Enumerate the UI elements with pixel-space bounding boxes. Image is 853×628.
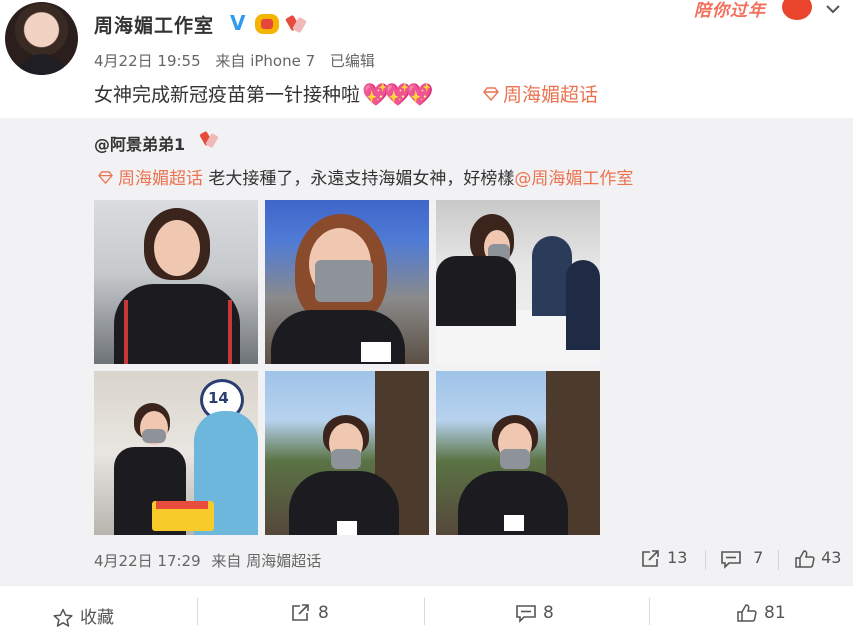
fan-badge-icon[interactable] [199,130,220,151]
divider [778,550,779,570]
favorite-label: 收藏 [80,608,114,628]
lantern-icon [782,0,812,20]
forward-count: 8 [318,603,329,623]
verified-icon: V [230,11,246,35]
repost-date[interactable]: 4月22日 17:29 [94,552,201,570]
post-text: 女神完成新冠疫苗第一针接种啦💖💖💖 [94,80,434,108]
photo-6[interactable] [436,371,600,535]
repost-topic-link[interactable]: 周海媚超话 [118,169,203,189]
hearts-emoji-group: 💖💖💖 [362,82,434,108]
repost-text: 周海媚超话 老大接種了，永遠支持海媚女神，好榜樣@周海媚工作室 [98,164,633,189]
author-name[interactable]: 周海媚工作室 [94,11,214,38]
repost-body: 老大接種了，永遠支持海媚女神，好榜樣 [203,169,515,189]
photo-3[interactable] [436,200,600,364]
photo-2[interactable] [265,200,429,364]
heart-emoji: 💖 [362,82,390,108]
like-icon [736,603,758,623]
photo-4[interactable]: 14 [94,371,258,535]
like-count: 81 [764,603,786,623]
divider [197,598,198,625]
post-meta: 4月22日 19:55 来自 iPhone 7 已编辑 [94,50,385,71]
chevron-down-icon[interactable] [825,1,841,17]
banner-text: 陪你过年 [694,1,766,21]
forward-icon [640,549,662,569]
like-icon [794,549,816,569]
action-bar [0,585,853,626]
repost-author[interactable]: @阿景弟弟1 [94,131,185,155]
comment-button[interactable]: 8 [515,603,554,623]
new-year-banner[interactable]: 陪你过年 [690,0,820,24]
forward-icon [290,603,312,623]
post-edited[interactable]: 已编辑 [330,52,375,70]
photo-5[interactable] [265,371,429,535]
author-avatar[interactable] [5,2,78,75]
post-body: 女神完成新冠疫苗第一针接种啦 [94,84,361,106]
avatar-figure [17,54,67,75]
star-icon [52,608,74,628]
repost-meta: 4月22日 17:29 来自 周海媚超话 [94,550,327,571]
forward-button[interactable]: 8 [290,603,329,623]
topic-gem-icon [98,171,118,188]
repost-like-button[interactable]: 43 [794,548,841,569]
comment-icon [515,603,537,623]
repost-source: 来自 周海媚超话 [211,552,322,570]
divider [424,598,425,625]
photo-1[interactable] [94,200,258,364]
divider [705,550,706,570]
post-date[interactable]: 4月22日 19:55 [94,52,201,70]
heart-emoji: 💖 [384,82,412,108]
favorite-button[interactable]: 收藏 [52,603,114,628]
repost-forward-count: 13 [667,548,688,567]
repost-like-count: 43 [821,548,842,567]
divider [649,598,650,625]
like-button[interactable]: 81 [736,603,786,623]
repost-comment-button[interactable]: 7 [720,548,763,569]
repost-forward-button[interactable]: 13 [640,548,687,569]
room-number: 14 [208,389,229,407]
fan-badge-icon[interactable] [285,14,307,34]
topic-link[interactable]: 周海媚超话 [483,80,598,107]
topic-label: 周海媚超话 [503,84,599,106]
repost-comment-count: 7 [753,548,764,567]
heart-emoji: 💖 [406,82,434,108]
comment-icon [720,549,742,569]
comment-count: 8 [543,603,554,623]
post-source: 来自 iPhone 7 [215,52,316,70]
topic-gem-icon [483,87,503,105]
vip-badge-icon[interactable] [255,14,279,34]
mention-link[interactable]: @周海媚工作室 [514,169,633,189]
